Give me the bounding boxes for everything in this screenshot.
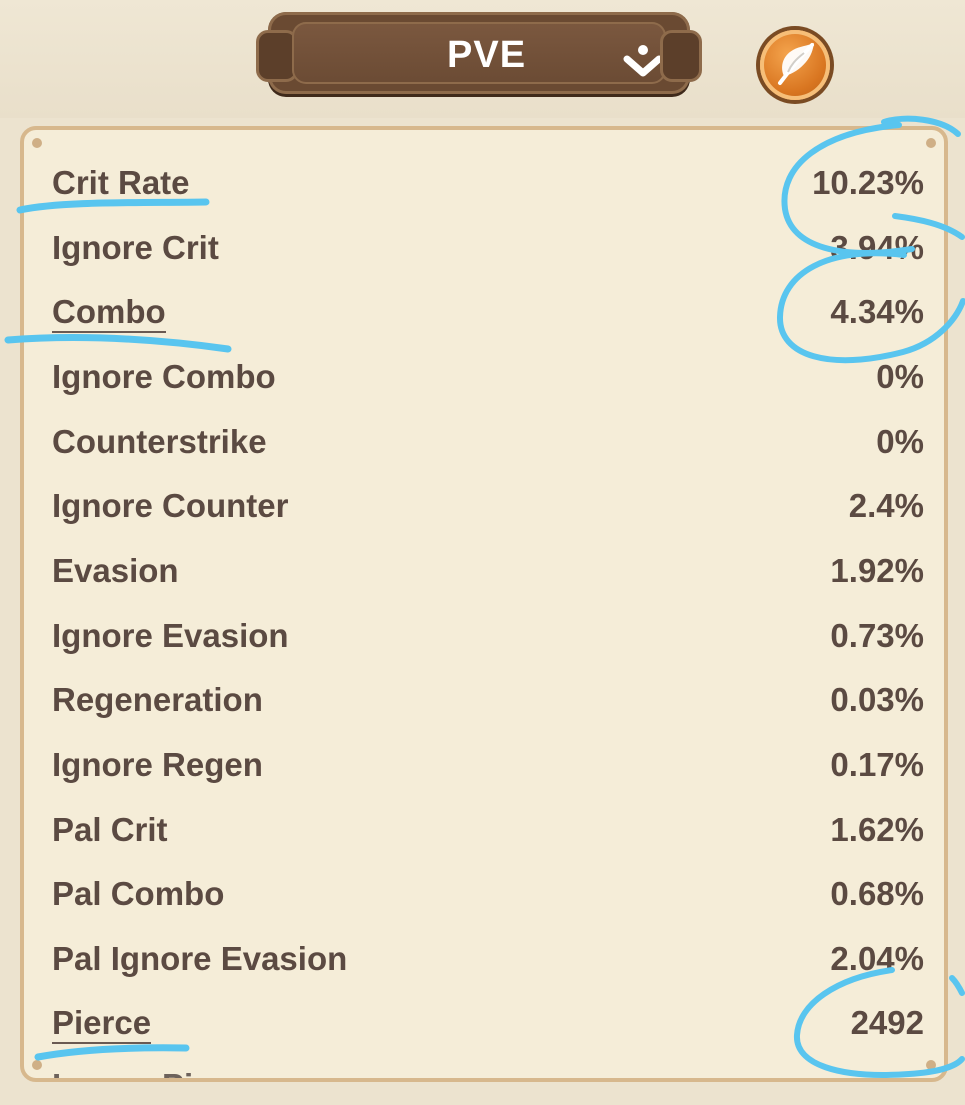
stat-value: 0% bbox=[876, 358, 924, 395]
mode-label: PVE bbox=[447, 34, 527, 76]
mode-selector-face: PVE bbox=[292, 22, 666, 84]
stat-label: Ignore Crit bbox=[52, 229, 219, 266]
corner-decoration bbox=[32, 1060, 42, 1070]
corner-decoration bbox=[926, 138, 936, 148]
stat-label: Ignore Combo bbox=[52, 358, 276, 395]
edit-button[interactable] bbox=[760, 30, 830, 100]
stat-value: 0.73% bbox=[830, 617, 924, 654]
top-bar: PVE bbox=[0, 0, 965, 118]
stat-value: 2492 bbox=[850, 1004, 924, 1041]
corner-decoration bbox=[926, 1060, 936, 1070]
stat-row-counterstrike: Counterstrike 0% bbox=[52, 423, 924, 487]
stat-value: 2.4% bbox=[848, 487, 924, 524]
feather-icon bbox=[778, 43, 814, 85]
chevron-down-icon bbox=[623, 45, 663, 77]
stat-value: 1.62% bbox=[830, 811, 924, 848]
stat-label: Pierce bbox=[52, 1004, 152, 1044]
stat-value: 0.03% bbox=[830, 681, 924, 718]
stats-panel: Crit Rate 10.23% Ignore Crit 3.94% Combo… bbox=[20, 126, 948, 1082]
stat-row-combo: Combo 4.34% bbox=[52, 293, 924, 357]
stat-label: Ignore Regen bbox=[52, 746, 263, 783]
stat-row-ignore-counter: Ignore Counter 2.4% bbox=[52, 487, 924, 551]
stat-label: Counterstrike bbox=[52, 423, 267, 460]
stat-label: Ignore Evasion bbox=[52, 617, 289, 654]
stat-label: Evasion bbox=[52, 552, 179, 589]
stat-label: Combo bbox=[52, 293, 166, 333]
stat-row-regeneration: Regeneration 0.03% bbox=[52, 681, 924, 745]
stat-label: Pal Ignore Evasion bbox=[52, 940, 348, 977]
stat-row-pal-combo: Pal Combo 0.68% bbox=[52, 875, 924, 939]
stat-label: Regeneration bbox=[52, 681, 263, 718]
stat-value: 3.94% bbox=[830, 229, 924, 266]
stat-label: Pal Crit bbox=[52, 811, 168, 848]
stat-value: 10.23% bbox=[812, 164, 924, 201]
stat-row-ignore-crit: Ignore Crit 3.94% bbox=[52, 229, 924, 293]
stat-row-ignore-regen: Ignore Regen 0.17% bbox=[52, 746, 924, 810]
stat-label: Ignore Counter bbox=[52, 487, 289, 524]
stat-value: 2.04% bbox=[830, 940, 924, 977]
stat-row-evasion: Evasion 1.92% bbox=[52, 552, 924, 616]
stat-value: 0.17% bbox=[830, 746, 924, 783]
stat-label: Ignore Pierce bbox=[52, 1067, 261, 1078]
stat-row-ignore-evasion: Ignore Evasion 0.73% bbox=[52, 617, 924, 681]
stat-row-ignore-combo: Ignore Combo 0% bbox=[52, 358, 924, 422]
stat-row-pal-ignore-evasion: Pal Ignore Evasion 2.04% bbox=[52, 940, 924, 1004]
stat-value: 4.34% bbox=[830, 293, 924, 330]
stat-value: 0.68% bbox=[830, 875, 924, 912]
stat-row-crit-rate: Crit Rate 10.23% bbox=[52, 164, 924, 228]
mode-selector-button[interactable]: PVE bbox=[256, 12, 702, 94]
stat-value: 0% bbox=[876, 423, 924, 460]
stat-value: 1.92% bbox=[830, 552, 924, 589]
corner-decoration bbox=[32, 138, 42, 148]
stat-label: Pal Combo bbox=[52, 875, 225, 912]
stat-row-pal-crit: Pal Crit 1.62% bbox=[52, 811, 924, 875]
stat-row-pierce: Pierce 2492 bbox=[52, 1004, 924, 1068]
stat-row-ignore-pierce: Ignore Pierce bbox=[52, 1067, 924, 1078]
stat-label: Crit Rate bbox=[52, 164, 190, 204]
